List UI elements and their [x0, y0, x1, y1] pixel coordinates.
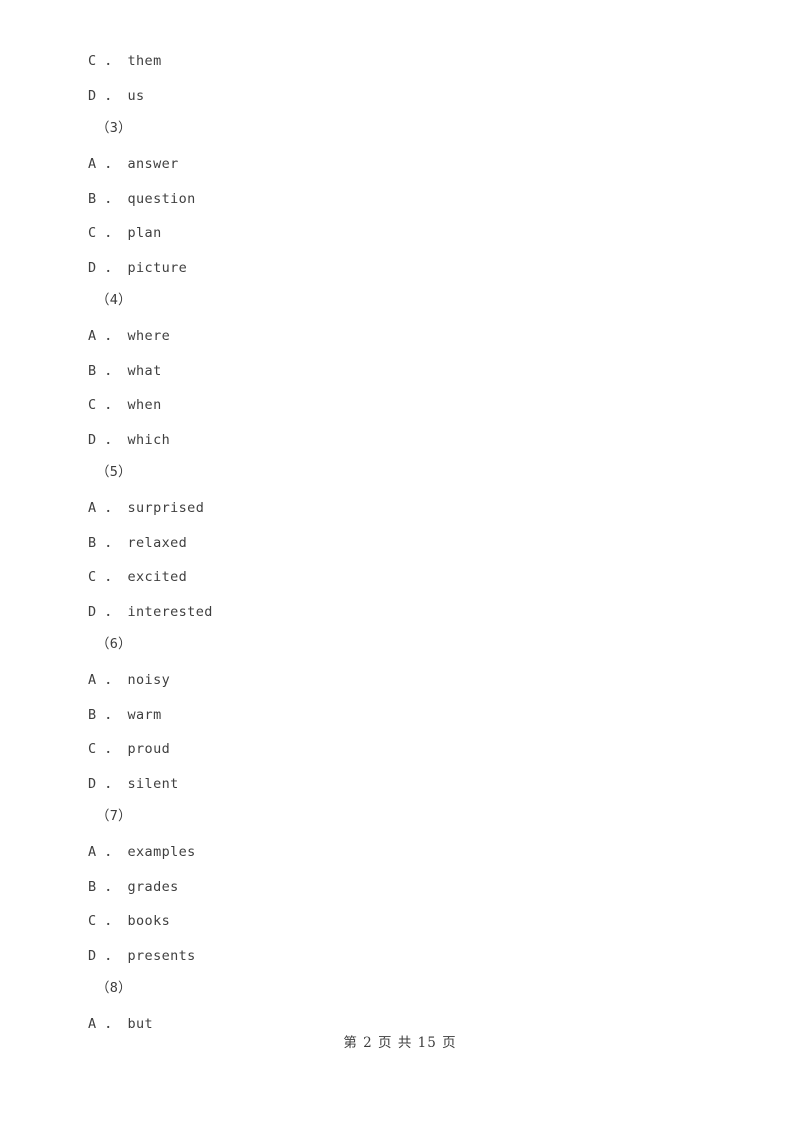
document-page: C ． them D ． us （3） A ． answer B ． question C…	[0, 0, 800, 1132]
answer-option: B ． question	[88, 191, 196, 207]
answer-option: C ． proud	[88, 741, 171, 757]
question-number: （4）	[96, 292, 132, 308]
answer-option: D ． us	[88, 88, 145, 104]
question-number: （3）	[96, 120, 132, 136]
answer-option: D ． silent	[88, 776, 179, 792]
answer-option: A ． answer	[88, 156, 179, 172]
page-footer: 第 2 页 共 15 页	[343, 1035, 457, 1051]
answer-option: A ． where	[88, 328, 171, 344]
answer-option: D ． picture	[88, 260, 188, 276]
answer-option: C ． books	[88, 913, 171, 929]
answer-option: C ． excited	[88, 569, 188, 585]
answer-option: D ． presents	[88, 948, 196, 964]
answer-option: A ． surprised	[88, 500, 205, 516]
answer-option: A ． noisy	[88, 672, 171, 688]
question-number: （6）	[96, 636, 132, 652]
answer-option: D ． which	[88, 432, 171, 448]
answer-option: D ． interested	[88, 604, 213, 620]
question-number: （7）	[96, 808, 132, 824]
answer-option: C ． plan	[88, 225, 162, 241]
answer-option: C ． them	[88, 53, 162, 69]
answer-option: B ． what	[88, 363, 162, 379]
answer-option: B ． relaxed	[88, 535, 188, 551]
answer-option: A ． examples	[88, 844, 196, 860]
answer-option: B ． grades	[88, 879, 179, 895]
question-number: （5）	[96, 464, 132, 480]
question-number: （8）	[96, 980, 132, 996]
answer-option: B ． warm	[88, 707, 162, 723]
answer-option: A ． but	[88, 1016, 154, 1032]
answer-option: C ． when	[88, 397, 162, 413]
